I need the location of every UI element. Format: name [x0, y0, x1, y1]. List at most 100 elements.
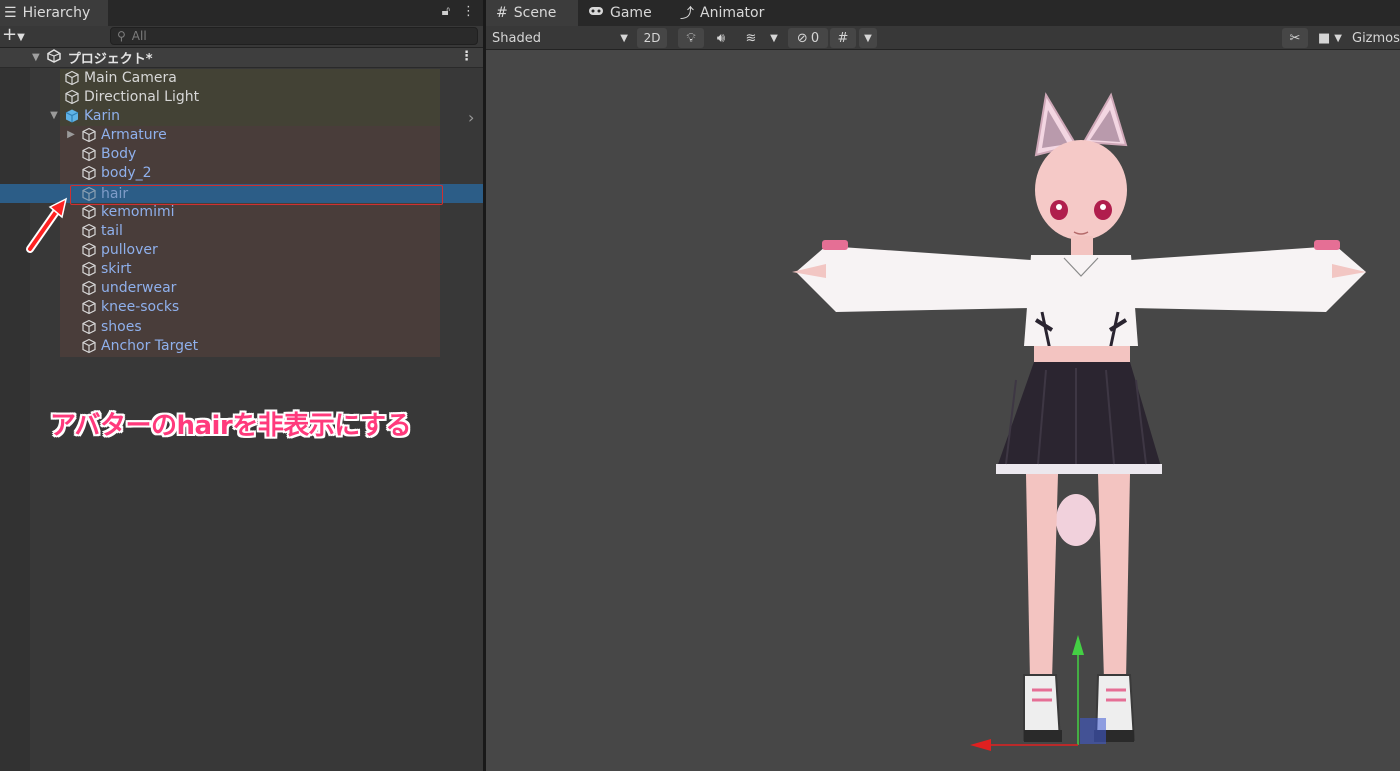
- expand-arrow-icon[interactable]: ▶: [65, 129, 77, 140]
- scene-toolbar: Shaded ▼ 2D 💡︎ 🔊︎ ≋ ▼ ⊘ 0 # ▼ ✂︎ ■ ▼ Giz…: [486, 26, 1400, 50]
- tab-hierarchy[interactable]: ☰ Hierarchy: [0, 0, 108, 26]
- tab-scene[interactable]: # Scene: [486, 0, 578, 26]
- list-item-label: shoes: [101, 318, 142, 335]
- list-item-label: skirt: [101, 260, 132, 277]
- gameobject-icon: [81, 261, 97, 277]
- list-item[interactable]: shoes: [81, 317, 142, 336]
- tab-game[interactable]: Game: [578, 0, 662, 26]
- gizmos-dropdown[interactable]: Gizmos: [1352, 28, 1400, 48]
- grid-icon: #: [496, 5, 508, 21]
- hierarchy-tabbar: ☰ Hierarchy 🔓︎ ⋮: [0, 0, 483, 26]
- tab-game-label: Game: [610, 5, 652, 21]
- list-item[interactable]: tail: [81, 221, 123, 240]
- list-item-label: kemomimi: [101, 203, 175, 220]
- gameobject-icon: [64, 70, 80, 86]
- annotation-text: アバターのhairを非表示にする: [50, 411, 412, 441]
- dropdown-arrow-icon: ▼: [770, 32, 778, 44]
- animator-icon: ⤴︎: [680, 6, 694, 22]
- list-item-label: body_2: [101, 164, 152, 181]
- camera-dropdown[interactable]: ■ ▼: [1312, 28, 1348, 48]
- grid-toggle[interactable]: #: [830, 28, 856, 48]
- list-item-label: Anchor Target: [101, 337, 199, 354]
- lighting-toggle[interactable]: 💡︎: [678, 28, 704, 48]
- gameobject-icon: [81, 280, 97, 296]
- dropdown-arrow-icon: ▼: [17, 32, 25, 43]
- scene-viewport[interactable]: [486, 50, 1400, 771]
- gamepad-icon: [588, 5, 604, 21]
- tools-icon: ✂︎: [1289, 30, 1301, 46]
- tab-animator[interactable]: ⤴︎ Animator: [670, 0, 774, 26]
- plus-icon: +: [2, 24, 18, 45]
- gameobject-icon: [64, 89, 80, 105]
- list-item[interactable]: pullover: [81, 240, 158, 259]
- list-item[interactable]: knee-socks: [81, 297, 179, 316]
- gameobject-icon: [81, 165, 97, 181]
- hidden-objects-toggle[interactable]: ⊘ 0: [788, 28, 828, 48]
- tools-button[interactable]: ✂︎: [1282, 28, 1308, 48]
- chevron-right-icon[interactable]: ›: [468, 108, 474, 127]
- expand-arrow-icon[interactable]: ▼: [48, 110, 60, 121]
- unity-scene-icon: [46, 48, 62, 67]
- dropdown-arrow-icon: ▼: [620, 32, 628, 44]
- gameobject-icon: [81, 242, 97, 258]
- list-item[interactable]: Directional Light: [64, 87, 199, 106]
- dropdown-arrow-icon: ▼: [1334, 32, 1342, 44]
- more-menu-icon[interactable]: ⋮: [462, 4, 475, 19]
- tab-scene-label: Scene: [513, 5, 557, 21]
- search-placeholder: All: [131, 29, 147, 43]
- mode-2d-label: 2D: [643, 31, 661, 45]
- scene-root-row[interactable]: ▼ プロジェクト* ⋮: [0, 48, 483, 68]
- list-item-label: underwear: [101, 279, 177, 296]
- search-icon: ⚲: [117, 29, 126, 43]
- list-item-label: Directional Light: [84, 88, 200, 105]
- list-item-label: tail: [101, 222, 123, 239]
- list-item-label: Main Camera: [84, 69, 177, 86]
- mode-2d-toggle[interactable]: 2D: [637, 28, 667, 48]
- avatar-model: [792, 92, 1366, 751]
- gizmos-label: Gizmos: [1352, 30, 1400, 46]
- list-item-label: Body: [101, 145, 137, 162]
- list-item[interactable]: Body: [81, 144, 136, 163]
- lightbulb-icon: 💡︎: [686, 30, 696, 46]
- list-item[interactable]: Anchor Target: [81, 336, 198, 355]
- shading-mode-value: Shaded: [492, 30, 541, 46]
- list-item-label: knee-socks: [101, 298, 180, 315]
- gameobject-icon: [81, 204, 97, 220]
- effects-toggle[interactable]: ≋: [738, 28, 764, 48]
- list-item-label: Karin: [84, 107, 121, 124]
- hidden-count: 0: [810, 30, 820, 46]
- effects-dropdown[interactable]: ▼: [766, 28, 782, 48]
- gameobject-icon: [81, 127, 97, 143]
- scene-tabbar: # Scene Game ⤴︎ Animator: [486, 0, 1400, 26]
- list-item[interactable]: ▼ Karin: [48, 106, 120, 125]
- scene-panel: # Scene Game ⤴︎ Animator Shaded ▼ 2D 💡︎ …: [486, 0, 1400, 771]
- pointer-arrow-icon: [26, 197, 68, 253]
- list-item[interactable]: underwear: [81, 278, 176, 297]
- hierarchy-toolbar: +▼ ⚲ All: [0, 26, 483, 48]
- list-item[interactable]: ▶ Armature: [65, 125, 167, 144]
- gameobject-icon: [81, 338, 97, 354]
- list-item-label: pullover: [101, 241, 158, 258]
- tab-animator-label: Animator: [700, 5, 765, 21]
- lock-icon[interactable]: 🔓︎: [442, 4, 450, 19]
- camera-icon: ■: [1318, 30, 1331, 46]
- audio-toggle[interactable]: 🔊︎: [708, 28, 734, 48]
- gameobject-icon: [81, 299, 97, 315]
- speaker-icon: 🔊︎: [716, 30, 726, 46]
- search-input[interactable]: ⚲ All: [110, 27, 478, 45]
- grid-dropdown[interactable]: ▼: [859, 28, 877, 48]
- list-item[interactable]: skirt: [81, 259, 132, 278]
- list-item-label: Armature: [101, 126, 167, 143]
- prefab-icon: [64, 108, 80, 124]
- scene-menu-icon[interactable]: ⋮: [460, 49, 473, 64]
- list-item[interactable]: kemomimi: [81, 202, 174, 221]
- scene-name: プロジェクト*: [67, 52, 153, 67]
- list-item[interactable]: Main Camera: [64, 68, 177, 87]
- grid-snap-icon: #: [837, 30, 849, 46]
- shading-mode-dropdown[interactable]: Shaded ▼: [490, 28, 630, 48]
- eye-slash-icon: ⊘: [796, 30, 808, 46]
- add-object-button[interactable]: +▼: [2, 26, 32, 46]
- gameobject-icon: [81, 146, 97, 162]
- list-item[interactable]: body_2: [81, 163, 152, 182]
- expand-arrow-icon[interactable]: ▼: [32, 52, 40, 63]
